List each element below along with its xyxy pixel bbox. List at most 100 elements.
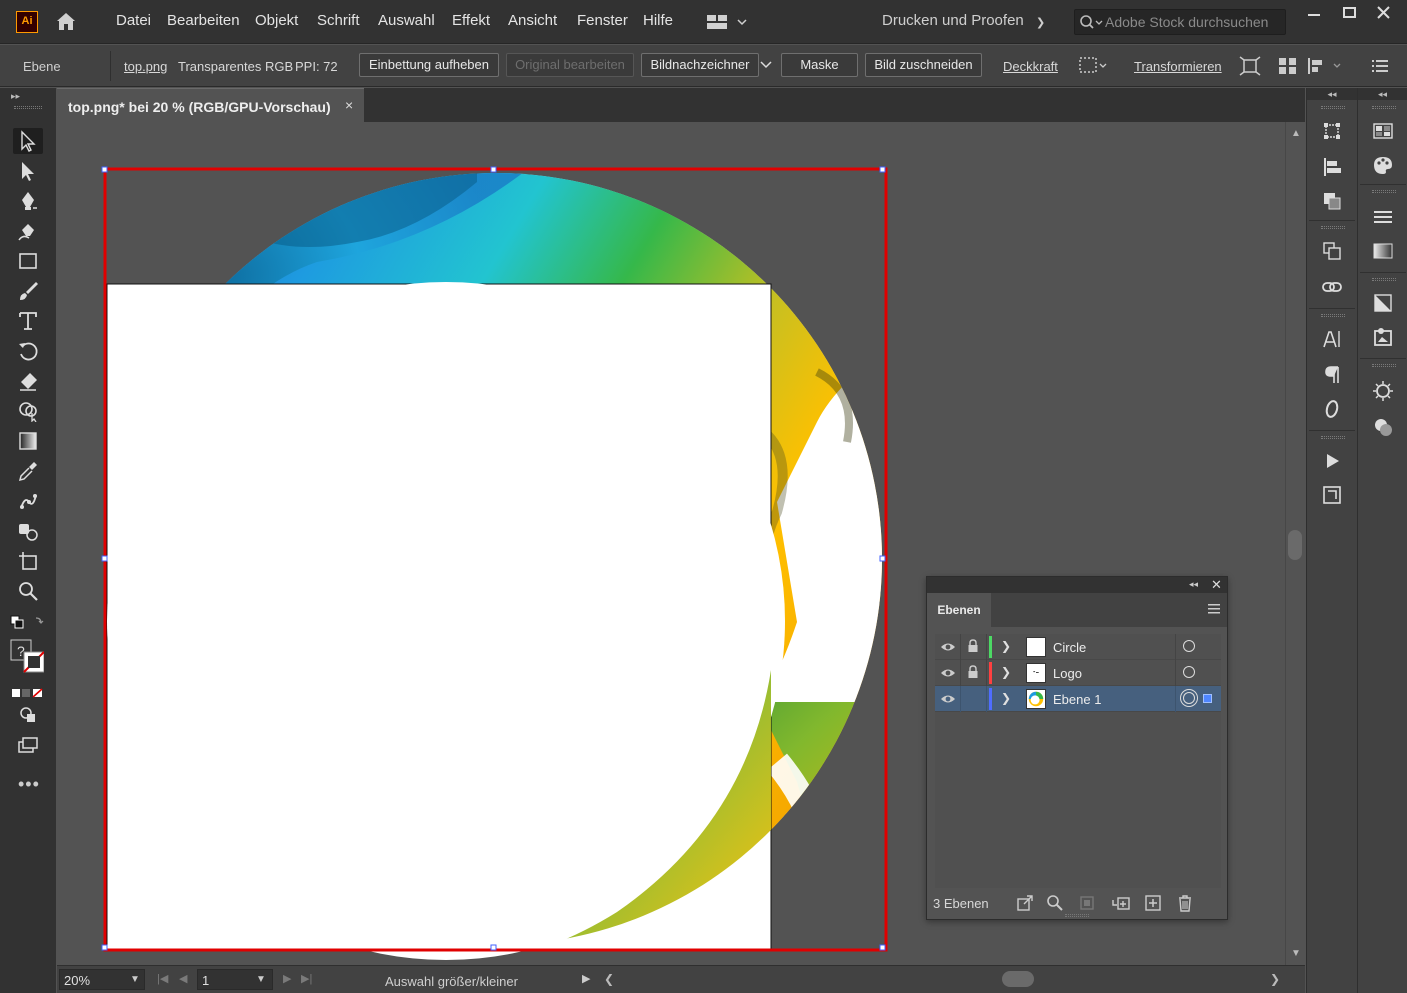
rotate-tool[interactable] — [13, 338, 43, 364]
vertical-scrollbar[interactable]: ▲ ▼ — [1285, 122, 1305, 965]
menu-schrift[interactable]: Schrift — [317, 12, 360, 29]
menu-datei[interactable]: Datei — [116, 12, 151, 29]
export-icon[interactable] — [1015, 893, 1035, 913]
paragraph-panel-button[interactable] — [1319, 362, 1345, 388]
artboard-tool[interactable] — [13, 548, 43, 574]
direct-selection-tool[interactable] — [13, 158, 43, 184]
arrange-documents-button[interactable] — [706, 12, 750, 32]
transform-link[interactable]: Transformieren — [1134, 59, 1222, 74]
transform-panel-button[interactable] — [1319, 118, 1345, 144]
chevron-right-icon[interactable]: ❯ — [1001, 665, 1011, 679]
eyedropper-tool[interactable] — [13, 458, 43, 484]
opentype-panel-button[interactable] — [1319, 396, 1345, 422]
paintbrush-tool[interactable] — [13, 278, 43, 304]
panel-grip[interactable] — [1372, 106, 1396, 109]
layer-name[interactable]: Circle — [1053, 640, 1086, 655]
character-panel-button[interactable] — [1319, 326, 1345, 352]
tab-layers[interactable]: Ebenen — [927, 593, 991, 627]
control-bar-menu-button[interactable] — [1368, 55, 1392, 77]
align-panel-button[interactable] — [1319, 154, 1345, 180]
curvature-tool[interactable] — [13, 218, 43, 244]
arrange-button[interactable] — [1276, 55, 1300, 77]
crop-image-button[interactable]: Bild zuschneiden — [865, 53, 982, 77]
collapse-dock-icon[interactable]: ◂◂ — [1307, 88, 1357, 100]
recolor-options-button[interactable] — [1078, 55, 1112, 77]
edit-original-button[interactable]: Original bearbeiten — [506, 53, 634, 77]
panel-resize-grip[interactable] — [1065, 914, 1089, 917]
previous-artboard-icon[interactable]: ◀ — [179, 972, 187, 985]
color-guide-panel-button[interactable] — [1370, 152, 1396, 178]
image-trace-dropdown[interactable] — [759, 57, 773, 79]
minimize-button[interactable] — [1298, 4, 1330, 22]
artboard-number-input[interactable] — [202, 972, 242, 988]
layer-row-circle[interactable]: ❯ Circle — [935, 634, 1221, 660]
screen-mode-button[interactable] — [13, 732, 43, 758]
eye-icon[interactable] — [940, 692, 956, 706]
edit-toolbar-button[interactable]: ••• — [18, 774, 40, 795]
new-layer-icon[interactable] — [1143, 893, 1163, 913]
puppet-warp-tool[interactable] — [13, 488, 43, 514]
layer-name[interactable]: Ebene 1 — [1053, 692, 1101, 707]
fill-stroke-default[interactable] — [8, 610, 44, 636]
gradient-panel-button[interactable] — [1370, 238, 1396, 264]
eye-icon[interactable] — [940, 640, 956, 654]
panel-grip[interactable] — [1321, 106, 1345, 109]
zoom-tool[interactable] — [13, 578, 43, 604]
scroll-right-icon[interactable]: ❯ — [1270, 972, 1280, 986]
close-tab-button[interactable]: × — [345, 97, 353, 113]
home-button[interactable] — [54, 10, 78, 34]
layer-row-logo[interactable]: ❯ Logo — [935, 660, 1221, 686]
panel-grip[interactable] — [1372, 364, 1396, 367]
pathfinder-panel-button[interactable] — [1319, 188, 1345, 214]
panel-grip[interactable] — [1321, 314, 1345, 317]
target-circle-icon[interactable] — [1183, 692, 1195, 704]
chevron-right-icon[interactable]: ❯ — [1001, 691, 1011, 705]
new-sublayer-icon[interactable] — [1111, 893, 1131, 913]
vertical-scroll-thumb[interactable] — [1288, 530, 1302, 560]
image-trace-panel-button[interactable] — [1370, 324, 1396, 350]
type-tool[interactable] — [13, 308, 43, 334]
chevron-down-icon[interactable]: ▼ — [130, 974, 140, 985]
next-artboard-icon[interactable]: ▶ — [283, 972, 291, 985]
asset-export-panel-button[interactable] — [1319, 482, 1345, 508]
menu-bearbeiten[interactable]: Bearbeiten — [167, 12, 240, 29]
draw-mode-button[interactable] — [13, 702, 43, 728]
expand-panel-icon[interactable]: ▸▸ — [11, 91, 20, 102]
eye-icon[interactable] — [940, 666, 956, 680]
collapse-panel-icon[interactable]: ◂◂ — [1189, 579, 1198, 590]
eraser-tool[interactable] — [13, 368, 43, 394]
panel-grip[interactable] — [1372, 278, 1396, 281]
last-artboard-icon[interactable]: ▶| — [301, 972, 312, 985]
status-menu-icon[interactable]: ▶ — [582, 972, 590, 985]
linked-file-link[interactable]: top.png — [124, 59, 167, 74]
layer-row-ebene-1[interactable]: ❯ Ebene 1 — [935, 686, 1221, 712]
close-window-button[interactable] — [1368, 4, 1400, 22]
menu-ansicht[interactable]: Ansicht — [508, 12, 557, 29]
distribute-button[interactable] — [1306, 55, 1342, 77]
clipping-mask-icon[interactable] — [1077, 893, 1097, 913]
panel-grip[interactable] — [1321, 226, 1345, 229]
close-panel-button[interactable]: ✕ — [1211, 577, 1222, 593]
gradient-tool[interactable] — [13, 428, 43, 454]
swatches-panel-button[interactable] — [1370, 118, 1396, 144]
panel-menu-icon[interactable] — [1207, 603, 1221, 615]
target-circle-icon[interactable] — [1183, 666, 1195, 678]
search-input[interactable] — [1105, 12, 1281, 32]
scroll-down-icon[interactable]: ▼ — [1291, 948, 1301, 959]
first-artboard-icon[interactable]: |◀ — [157, 972, 168, 985]
unembed-button[interactable]: Einbettung aufheben — [359, 53, 499, 77]
panel-grip[interactable] — [1372, 190, 1396, 193]
panel-grip[interactable] — [14, 106, 42, 109]
menu-effekt[interactable]: Effekt — [452, 12, 490, 29]
shape-builder-tool[interactable] — [13, 398, 43, 424]
horizontal-scroll-thumb[interactable] — [1002, 971, 1034, 987]
chevron-right-icon[interactable]: ❯ — [1001, 639, 1011, 653]
collapse-dock-icon[interactable]: ◂◂ — [1358, 88, 1407, 100]
layer-name[interactable]: Logo — [1053, 666, 1082, 681]
appearance-panel-button[interactable] — [1370, 414, 1396, 440]
mask-button[interactable]: Maske — [781, 53, 858, 77]
selection-tool[interactable] — [13, 128, 43, 154]
workspace-switcher[interactable]: Drucken und Proofen — [882, 12, 1024, 29]
symbol-sprayer-tool[interactable] — [13, 518, 43, 544]
scroll-left-icon[interactable]: ❮ — [604, 972, 614, 986]
